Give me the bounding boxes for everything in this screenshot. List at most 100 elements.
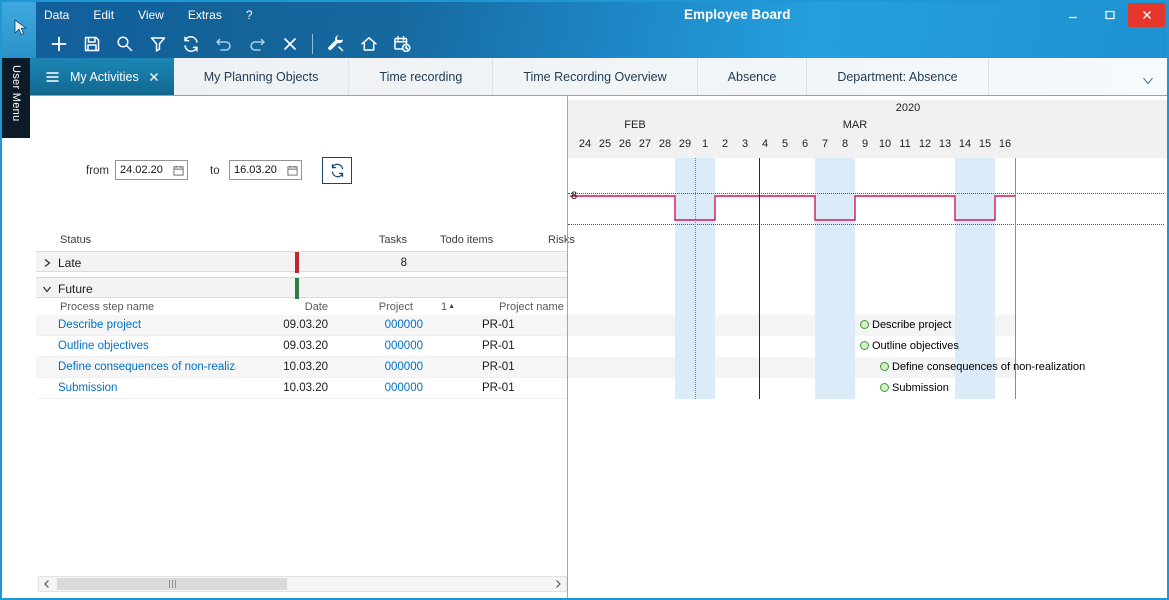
project-link[interactable]: 000000: [328, 382, 423, 394]
calendar-icon[interactable]: [287, 165, 298, 176]
day-label: 7: [815, 136, 835, 152]
menu-item-data[interactable]: Data: [44, 8, 69, 22]
today-line: [759, 158, 760, 399]
tab-time-recording[interactable]: Time recording: [349, 58, 493, 95]
group-status-bar-future: [295, 278, 299, 299]
delete-button[interactable]: [273, 30, 306, 58]
tab-close-icon[interactable]: [149, 72, 159, 82]
group-tasks-count: 8: [299, 257, 407, 269]
date-cell: 10.03.20: [236, 361, 328, 373]
search-button[interactable]: [108, 30, 141, 58]
window-controls: [1054, 3, 1165, 27]
tab-my-planning-objects[interactable]: My Planning Objects: [174, 58, 350, 95]
project-link[interactable]: 000000: [328, 319, 423, 331]
planning-board-button[interactable]: [385, 30, 418, 58]
tab-label: Department: Absence: [837, 70, 957, 84]
save-icon: [82, 34, 102, 54]
main-content: from to Status Tasks: [2, 96, 1167, 598]
column-header-todo-items: Todo items: [440, 234, 493, 246]
header-bar: DataEditViewExtras? Employee Board: [2, 2, 1167, 58]
column-header-project-name: Project name: [473, 301, 567, 313]
to-label: to: [210, 165, 220, 177]
day-label: 24: [575, 136, 595, 152]
day-label: 6: [795, 136, 815, 152]
minimize-button[interactable]: [1054, 3, 1091, 27]
filter-button[interactable]: [141, 30, 174, 58]
group-row-late[interactable]: Late 8: [36, 251, 567, 272]
tab-label: Time recording: [379, 70, 462, 84]
workload-step-line: [570, 196, 1015, 220]
app-logo: [2, 2, 36, 58]
scrollbar-thumb[interactable]: [57, 578, 287, 590]
milestone-marker[interactable]: [880, 383, 889, 392]
expand-chevron-down-icon[interactable]: [36, 284, 58, 294]
menu-item-help[interactable]: ?: [246, 8, 253, 22]
cursor-arrow-icon: [7, 13, 31, 48]
gantt-year-label: 2020: [878, 102, 938, 114]
sort-ascending-icon: ▲: [448, 303, 455, 310]
from-label: from: [86, 165, 109, 177]
close-button[interactable]: [1128, 3, 1165, 27]
menu-bar: Data Edit View Extras?: [44, 2, 253, 28]
calendar-icon[interactable]: [173, 165, 184, 176]
user-menu-rail[interactable]: User Menu: [2, 58, 30, 138]
add-button[interactable]: [42, 30, 75, 58]
process-step-link[interactable]: Submission: [36, 382, 236, 394]
tab-label: Time Recording Overview: [523, 70, 666, 84]
to-date-input[interactable]: [230, 164, 282, 176]
milestone-marker[interactable]: [860, 320, 869, 329]
horizontal-scrollbar: [38, 576, 567, 592]
sort-order-number: 1: [441, 301, 447, 313]
scroll-left-button[interactable]: [39, 577, 55, 591]
tools-button[interactable]: [319, 30, 352, 58]
hamburger-menu-icon[interactable]: [45, 71, 60, 83]
project-name-cell: PR-01: [473, 361, 567, 373]
day-label: 9: [855, 136, 875, 152]
home-button[interactable]: [352, 30, 385, 58]
day-label: 1: [695, 136, 715, 152]
from-date-input[interactable]: [116, 164, 168, 176]
column-header-project: Project: [328, 301, 423, 313]
milestone-marker[interactable]: [880, 362, 889, 371]
table-row[interactable]: Define consequences of non-realization10…: [36, 357, 567, 378]
menu-item-extras[interactable]: Extras: [188, 8, 222, 22]
save-button[interactable]: [75, 30, 108, 58]
tab-label: Absence: [728, 70, 777, 84]
maximize-button[interactable]: [1091, 3, 1128, 27]
table-row[interactable]: Outline objectives09.03.20000000 PR-01: [36, 336, 567, 357]
refresh-button[interactable]: [174, 30, 207, 58]
month-label: MAR: [695, 117, 1015, 133]
load-axis-value: 8: [571, 190, 577, 202]
menu-item-view[interactable]: View: [138, 8, 164, 22]
apply-date-range-button[interactable]: [322, 157, 352, 184]
project-name-cell: PR-01: [473, 340, 567, 352]
menu-item-edit[interactable]: Edit: [93, 8, 114, 22]
date-cell: 09.03.20: [236, 340, 328, 352]
sort-indicator[interactable]: 1▲: [423, 301, 473, 313]
tab-overflow-chevron-icon[interactable]: [1142, 72, 1154, 90]
process-step-link[interactable]: Describe project: [36, 319, 236, 331]
table-row[interactable]: Describe project09.03.20000000PR-01: [36, 315, 567, 336]
process-step-link[interactable]: Outline objectives: [36, 340, 236, 352]
date-cell: 10.03.20: [236, 382, 328, 394]
gantt-month-row: FEBMAR: [568, 117, 1167, 133]
month-boundary-line: [695, 158, 696, 399]
tab-my-activities[interactable]: My Activities: [30, 58, 174, 95]
project-link[interactable]: 000000: [328, 340, 423, 352]
redo-button[interactable]: [240, 30, 273, 58]
scroll-right-button[interactable]: [550, 577, 566, 591]
group-row-future[interactable]: Future: [36, 277, 567, 298]
undo-button[interactable]: [207, 30, 240, 58]
milestone-marker[interactable]: [860, 341, 869, 350]
gantt-day-row: 24252627282912345678910111213141516: [568, 136, 1167, 152]
table-row[interactable]: Submission10.03.20000000PR-01: [36, 378, 567, 399]
tab-absence[interactable]: Absence: [698, 58, 808, 95]
tab-department-absence[interactable]: Department: Absence: [807, 58, 988, 95]
undo-icon: [214, 34, 234, 54]
project-link[interactable]: 000000: [328, 361, 423, 373]
process-step-link[interactable]: Define consequences of non-realization: [36, 361, 236, 373]
day-label: 28: [655, 136, 675, 152]
expand-chevron-right-icon[interactable]: [36, 258, 58, 268]
day-label: 12: [915, 136, 935, 152]
tab-time-recording-overview[interactable]: Time Recording Overview: [493, 58, 697, 95]
